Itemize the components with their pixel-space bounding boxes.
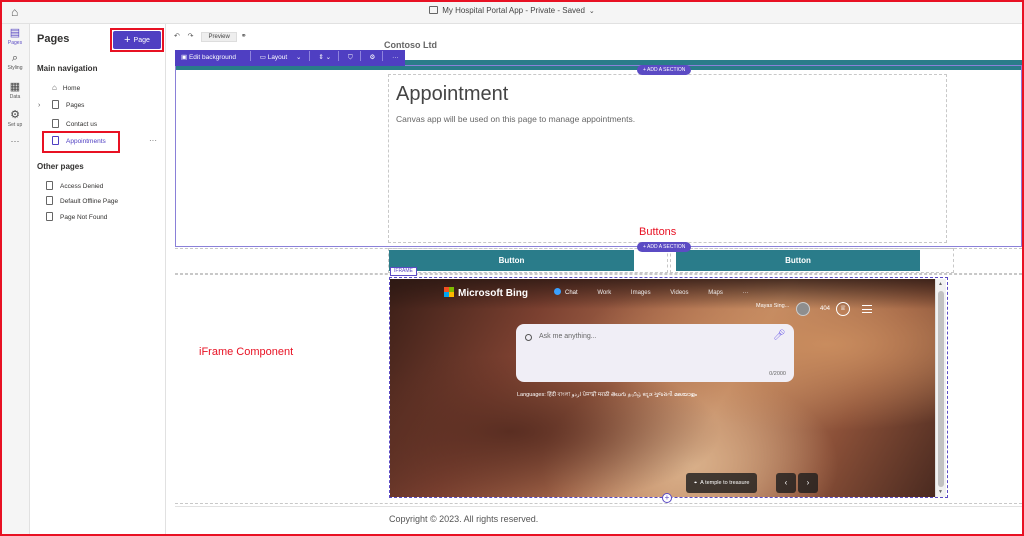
pages-icon: ▤	[9, 27, 21, 39]
preview-button[interactable]: Preview	[201, 32, 237, 42]
more-icon: ···	[10, 136, 20, 146]
more-options-icon[interactable]: ···	[149, 136, 157, 145]
section-toolbar: ▣ Edit background ▭ Layout ⌄ ⇕ ⌄ ⛉ ⚙ ···	[175, 50, 405, 66]
bing-logo[interactable]: Microsoft Bing	[444, 287, 528, 299]
page-icon	[46, 212, 53, 221]
page-title: Appointment	[396, 83, 509, 105]
language-links[interactable]: Languages: हिंदी বাংলা اردو ਪੰਜਾਬੀ मराठी…	[517, 390, 697, 400]
redo-icon[interactable]: ↷	[188, 33, 194, 40]
footer-copyright: Copyright © 2023. All rights reserved.	[389, 514, 539, 524]
chevron-down-icon: ⌄	[588, 8, 595, 15]
app-icon	[429, 6, 439, 14]
bing-search-box[interactable]: Ask me anything... 🎤︎ 0/2000	[516, 324, 794, 382]
rail-item-more[interactable]: ···	[0, 136, 30, 146]
rail-item-pages[interactable]: ▤ Pages	[0, 27, 30, 46]
data-icon: ▦	[9, 81, 21, 93]
bing-nav: Chat Work Images Videos Maps ···	[554, 288, 767, 296]
styling-icon: ⌕	[11, 52, 19, 64]
add-page-highlight: + Page	[110, 28, 164, 52]
nav-item-pages[interactable]: › Pages	[38, 98, 84, 114]
more-icon[interactable]: ···	[392, 54, 399, 61]
bing-nav-maps[interactable]: Maps	[708, 290, 723, 296]
editor-tools: ↶ ↷ Preview ⚭	[174, 32, 247, 42]
bing-nav-images[interactable]: Images	[631, 290, 651, 296]
other-pages-heading: Other pages	[37, 162, 84, 171]
bing-nav-videos[interactable]: Videos	[670, 290, 688, 296]
annotation-iframe: iFrame Component	[199, 346, 294, 358]
page-icon	[52, 136, 59, 145]
rewards-points[interactable]: 404	[820, 306, 830, 312]
menu-icon[interactable]	[862, 305, 872, 313]
scroll-down-icon[interactable]: ▼	[938, 489, 943, 495]
next-image-button[interactable]: ›	[798, 473, 818, 493]
main-nav-heading: Main navigation	[37, 64, 98, 73]
panel-title: Pages	[37, 33, 70, 45]
align-icon[interactable]: ⇕ ⌄	[318, 54, 331, 61]
setup-icon: ⚙	[10, 109, 20, 121]
bing-nav-more[interactable]: ···	[743, 290, 749, 296]
scroll-up-icon[interactable]: ▲	[938, 281, 943, 287]
iframe-scrollbar[interactable]: ▲ ▼	[935, 279, 946, 497]
iframe-tag: IFRAME	[390, 267, 417, 276]
nav-item-offline[interactable]: Default Offline Page	[46, 194, 118, 210]
rail-item-data[interactable]: ▦ Data	[0, 81, 30, 100]
rail-item-setup[interactable]: ⚙ Set up	[0, 109, 30, 128]
app-title-text: My Hospital Portal App - Private - Saved	[442, 6, 585, 15]
add-section-button[interactable]: + ADD A SECTION	[637, 242, 692, 252]
page-description: Canvas app will be used on this page to …	[396, 114, 636, 124]
bing-nav-work[interactable]: Work	[597, 290, 611, 296]
appointments-highlight: Appointments	[42, 131, 120, 153]
page-icon	[52, 100, 59, 109]
prev-image-button[interactable]: ‹	[776, 473, 796, 493]
bing-nav-chat[interactable]: Chat	[554, 290, 578, 296]
plus-icon: +	[124, 34, 131, 46]
bing-user-name[interactable]: Mayas Sing...	[756, 303, 789, 309]
home-icon: ⌂	[52, 83, 57, 92]
add-section-button[interactable]: + ADD A SECTION	[637, 65, 692, 75]
site-header-name: Contoso Ltd	[384, 40, 437, 48]
search-placeholder: Ask me anything...	[539, 333, 597, 340]
nav-item-access-denied[interactable]: Access Denied	[46, 179, 103, 195]
layout-button[interactable]: ▭ Layout ⌄	[260, 54, 302, 61]
add-page-button[interactable]: + Page	[113, 31, 161, 49]
settings-icon[interactable]: ⚙	[370, 54, 376, 61]
left-rail: ▤ Pages ⌕ Styling ▦ Data ⚙ Set up ···	[0, 24, 30, 536]
link-icon[interactable]: ⚭	[241, 33, 247, 40]
shield-icon[interactable]: ⛉	[348, 54, 353, 61]
nav-item-not-found[interactable]: Page Not Found	[46, 210, 107, 226]
pages-panel: Pages + Page Main navigation ⌂ Home › Pages…	[30, 24, 166, 536]
image-caption[interactable]: ⌖ A temple to treasure	[686, 473, 758, 493]
page-icon	[52, 119, 59, 128]
user-lock-icon	[46, 181, 53, 190]
microsoft-logo-icon	[444, 287, 454, 297]
nav-item-home[interactable]: ⌂ Home	[52, 80, 80, 96]
top-bar: ⌂ My Hospital Portal App - Private - Sav…	[0, 0, 1024, 24]
microphone-icon[interactable]: 🎤︎	[773, 330, 786, 341]
footer-divider	[175, 506, 1022, 507]
chevron-right-icon[interactable]: ›	[38, 98, 40, 114]
location-icon: ⌖	[694, 480, 698, 486]
canvas-button-2[interactable]: Button	[676, 250, 920, 271]
annotation-buttons: Buttons	[639, 226, 677, 238]
avatar[interactable]	[796, 302, 810, 316]
search-icon	[525, 334, 532, 341]
trophy-icon[interactable]: ♕	[836, 302, 850, 316]
app-title[interactable]: My Hospital Portal App - Private - Saved…	[0, 6, 1024, 15]
bing-iframe-content[interactable]: Microsoft Bing Chat Work Images Videos M…	[390, 279, 935, 497]
edit-background-button[interactable]: ▣ Edit background	[181, 54, 243, 61]
page-icon	[46, 196, 53, 205]
rail-item-styling[interactable]: ⌕ Styling	[0, 52, 30, 71]
canvas-button-1[interactable]: Button	[389, 250, 634, 271]
char-count: 0/2000	[769, 371, 786, 377]
undo-icon[interactable]: ↶	[174, 33, 180, 40]
scrollbar-thumb[interactable]	[938, 291, 944, 487]
nav-item-appointments[interactable]: Appointments	[52, 136, 106, 148]
add-component-icon[interactable]: +	[662, 493, 672, 503]
